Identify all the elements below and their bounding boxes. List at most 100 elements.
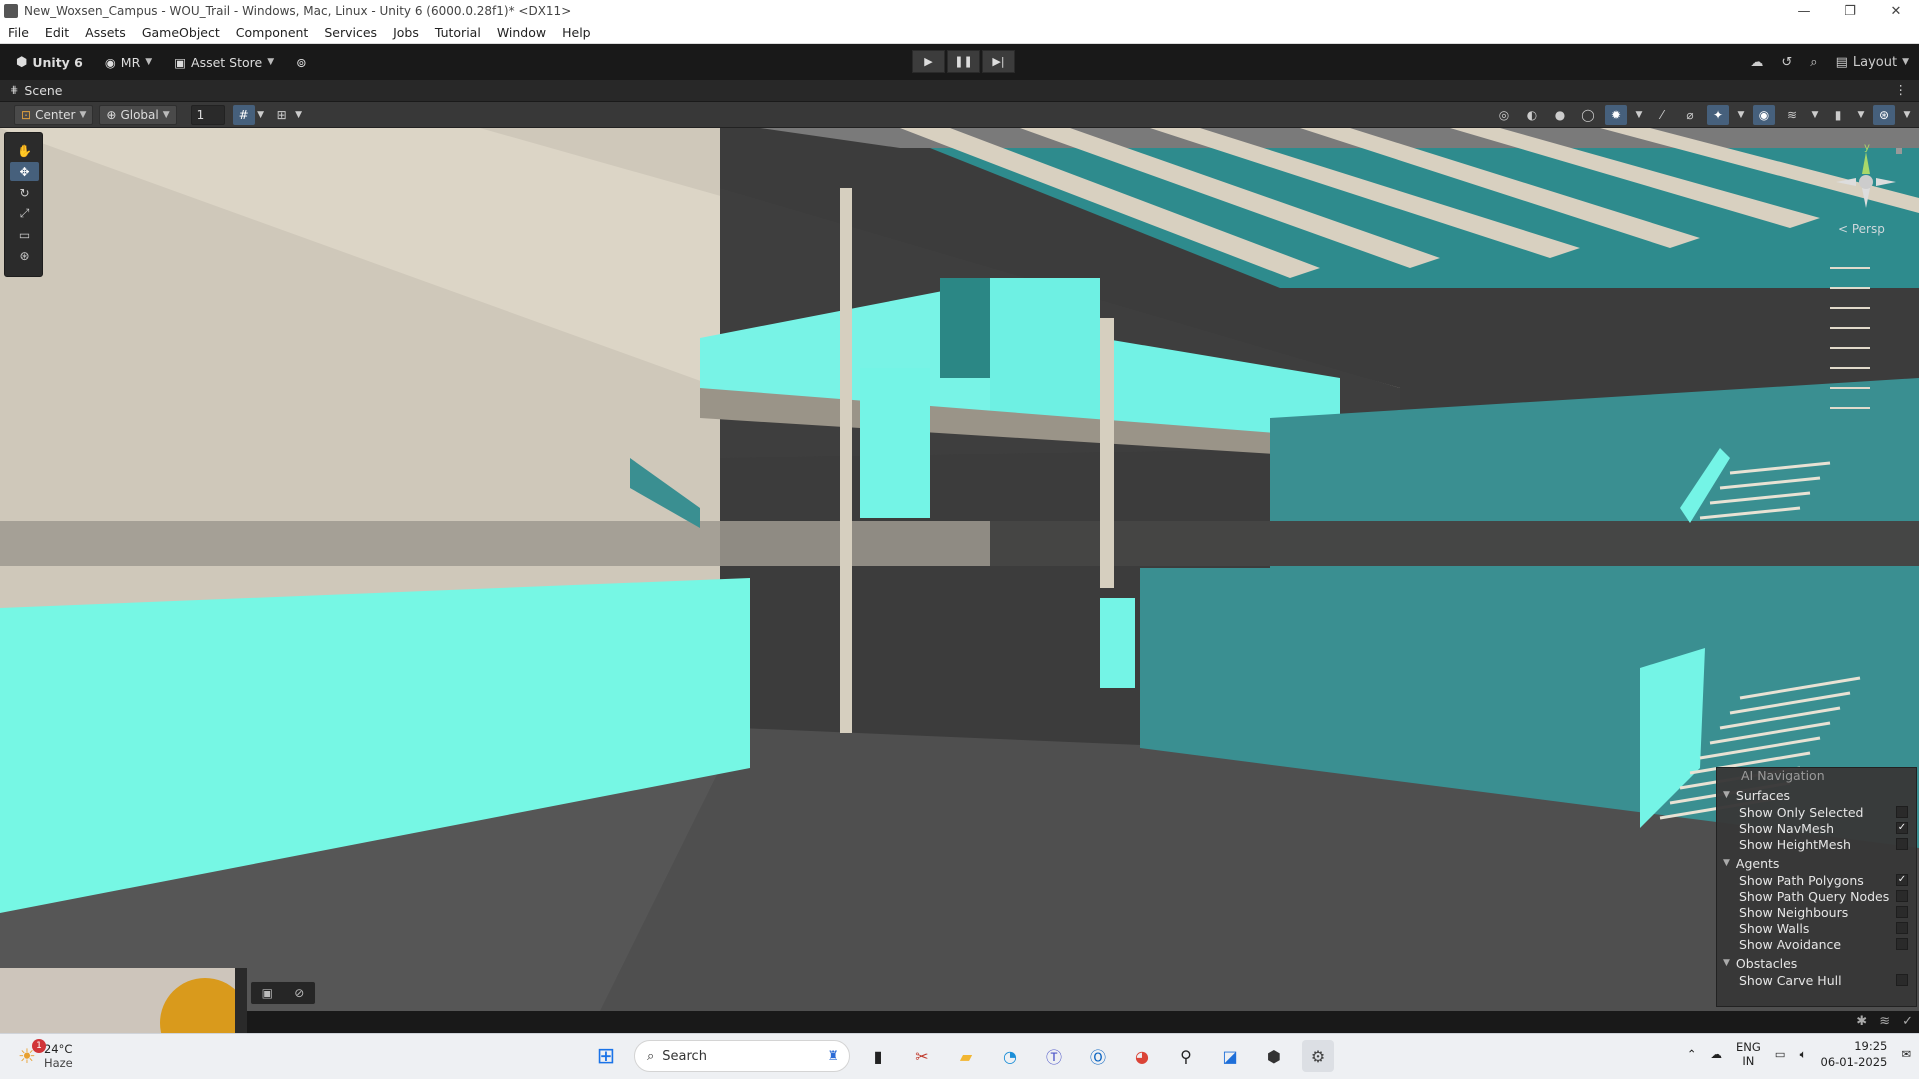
persp-view-label[interactable]: < Persp xyxy=(1838,222,1885,236)
grid-options-chevron-icon[interactable]: ▼ xyxy=(255,105,267,125)
shaded-sphere-icon[interactable]: ● xyxy=(1549,105,1571,125)
menu-gameobject[interactable]: GameObject xyxy=(134,25,228,40)
menu-component[interactable]: Component xyxy=(228,25,317,40)
layers-stack-icon[interactable]: ≋ xyxy=(1879,1014,1890,1029)
agents-section-header[interactable]: ▼ Agents xyxy=(1717,854,1916,872)
menu-edit[interactable]: Edit xyxy=(37,25,77,40)
show-neighbours-row[interactable]: Show Neighbours xyxy=(1717,904,1916,920)
menu-services[interactable]: Services xyxy=(316,25,385,40)
display-icon[interactable]: ▭ xyxy=(1775,1047,1786,1061)
outlook-icon[interactable]: Ⓞ xyxy=(1082,1040,1114,1072)
menu-help[interactable]: Help xyxy=(554,25,599,40)
step-button[interactable]: ▶| xyxy=(982,50,1015,73)
visibility-eye-icon[interactable]: ◉ xyxy=(1753,105,1775,125)
version-control-button[interactable]: ⊚ xyxy=(290,51,312,74)
layers-icon[interactable]: ≋ xyxy=(1781,105,1803,125)
maximize-button[interactable]: ❐ xyxy=(1827,0,1873,22)
account-dropdown[interactable]: ◉ MR ▼ xyxy=(99,51,158,74)
search-icon[interactable]: ⌕ xyxy=(1810,55,1817,70)
pivot-mode-dropdown[interactable]: ⊡ Center ▼ xyxy=(14,104,94,125)
task-view-icon[interactable]: ▮ xyxy=(862,1040,894,1072)
menu-assets[interactable]: Assets xyxy=(77,25,134,40)
asset-store-dropdown[interactable]: ▣ Asset Store ▼ xyxy=(168,51,280,74)
obstacles-section-header[interactable]: ▼ Obstacles xyxy=(1717,954,1916,972)
pause-button[interactable]: ❚❚ xyxy=(947,50,980,73)
shaded-wireframe-icon[interactable]: ◐ xyxy=(1521,105,1543,125)
camera-chevron-icon[interactable]: ▼ xyxy=(1855,105,1867,125)
show-heightmesh-row[interactable]: Show HeightMesh xyxy=(1717,836,1916,852)
rotate-tool-icon[interactable]: ↻ xyxy=(10,183,39,202)
unity-hub-icon[interactable]: ⬢ xyxy=(1258,1040,1290,1072)
play-button[interactable]: ▶ xyxy=(912,50,945,73)
show-neighbours-checkbox[interactable] xyxy=(1896,906,1908,918)
cloud-icon[interactable]: ☁ xyxy=(1750,55,1763,70)
lighting-toggle-icon[interactable]: ✹ xyxy=(1605,105,1627,125)
grid-visibility-icon[interactable]: # xyxy=(232,104,255,125)
rect-tool-icon[interactable]: ▭ xyxy=(10,225,39,244)
gizmos-chevron-icon[interactable]: ▼ xyxy=(1901,105,1913,125)
menu-window[interactable]: Window xyxy=(489,25,554,40)
gizmos-toggle-icon[interactable]: ⊛ xyxy=(1873,105,1895,125)
audio-mute-icon[interactable]: ⌀ xyxy=(1679,105,1701,125)
pivot-space-dropdown[interactable]: ⊕ Global ▼ xyxy=(99,104,177,125)
transform-tool-icon[interactable]: ⊛ xyxy=(10,246,39,265)
history-icon[interactable]: ↺ xyxy=(1781,55,1792,70)
show-navmesh-checkbox[interactable]: ✓ xyxy=(1896,822,1908,834)
unity-editor-icon[interactable]: ⚙ xyxy=(1302,1040,1334,1072)
grid-snap-input[interactable]: 1 xyxy=(190,104,225,125)
compass-icon[interactable]: ⊘ xyxy=(294,986,304,1000)
scale-tool-icon[interactable]: ⤢ xyxy=(10,204,39,223)
show-heightmesh-checkbox[interactable] xyxy=(1896,838,1908,850)
menu-jobs[interactable]: Jobs xyxy=(385,25,427,40)
taskbar-search-box[interactable]: ⌕ Search ♜ xyxy=(634,1040,850,1072)
unlit-sphere-icon[interactable]: ◯ xyxy=(1577,105,1599,125)
show-path-polygons-row[interactable]: Show Path Polygons ✓ xyxy=(1717,872,1916,888)
layers-chevron-icon[interactable]: ▼ xyxy=(1809,105,1821,125)
show-navmesh-row[interactable]: Show NavMesh ✓ xyxy=(1717,820,1916,836)
more-options-icon[interactable]: ⋮ xyxy=(1895,82,1908,97)
snap-options-chevron-icon[interactable]: ▼ xyxy=(293,105,305,125)
show-path-query-nodes-row[interactable]: Show Path Query Nodes xyxy=(1717,888,1916,904)
camera-settings-icon[interactable]: ▮ xyxy=(1827,105,1849,125)
onedrive-icon[interactable]: ☁ xyxy=(1710,1047,1722,1061)
close-button[interactable]: ✕ xyxy=(1873,0,1919,22)
menu-tutorial[interactable]: Tutorial xyxy=(427,25,489,40)
weather-widget[interactable]: ☀ 1 24°C Haze xyxy=(18,1039,73,1070)
wireframe-draw-mode-icon[interactable]: ◎ xyxy=(1493,105,1515,125)
show-avoidance-row[interactable]: Show Avoidance xyxy=(1717,936,1916,952)
debug-bug-icon[interactable]: ✱ xyxy=(1856,1014,1867,1029)
show-only-selected-row[interactable]: Show Only Selected xyxy=(1717,804,1916,820)
show-path-polygons-checkbox[interactable]: ✓ xyxy=(1896,874,1908,886)
minimize-button[interactable]: — xyxy=(1781,0,1827,22)
check-circle-icon[interactable]: ✓ xyxy=(1902,1014,1913,1029)
show-path-query-nodes-checkbox[interactable] xyxy=(1896,890,1908,902)
scene-camera-icon[interactable]: ▣ xyxy=(262,986,273,1000)
snipping-tool-icon[interactable]: ✂ xyxy=(906,1040,938,1072)
show-carve-hull-row[interactable]: Show Carve Hull xyxy=(1717,972,1916,988)
teams-icon[interactable]: Ⓣ xyxy=(1038,1040,1070,1072)
scene-viewport[interactable] xyxy=(0,128,1919,1011)
lighting-chevron-icon[interactable]: ▼ xyxy=(1633,105,1645,125)
edge-browser-icon[interactable]: ◔ xyxy=(994,1040,1026,1072)
file-explorer-icon[interactable]: ▰ xyxy=(950,1040,982,1072)
show-walls-checkbox[interactable] xyxy=(1896,922,1908,934)
unity-brand[interactable]: ⬢ Unity 6 xyxy=(10,51,89,74)
speaker-icon[interactable]: 🔈︎ xyxy=(1800,1047,1807,1062)
snap-icon[interactable]: ⊞ xyxy=(271,105,293,125)
show-carve-hull-checkbox[interactable] xyxy=(1896,974,1908,986)
show-only-selected-checkbox[interactable] xyxy=(1896,806,1908,818)
tab-scene[interactable]: ⋕ Scene xyxy=(0,83,63,98)
photos-icon[interactable]: ◪ xyxy=(1214,1040,1246,1072)
fx-toggle-icon[interactable]: ⁄ xyxy=(1651,105,1673,125)
menu-file[interactable]: File xyxy=(0,25,37,40)
effects-toggle-icon[interactable]: ✦ xyxy=(1707,105,1729,125)
show-walls-row[interactable]: Show Walls xyxy=(1717,920,1916,936)
effects-chevron-icon[interactable]: ▼ xyxy=(1735,105,1747,125)
system-clock[interactable]: 19:25 06-01-2025 xyxy=(1821,1038,1888,1070)
hand-tool-icon[interactable]: ✋ xyxy=(10,141,39,160)
move-tool-icon[interactable]: ✥ xyxy=(10,162,39,181)
chrome-icon[interactable]: ◕ xyxy=(1126,1040,1158,1072)
windows-start-icon[interactable]: ⊞ xyxy=(590,1040,622,1072)
notifications-bell-icon[interactable]: ✉ xyxy=(1901,1047,1911,1061)
language-indicator[interactable]: ENG IN xyxy=(1736,1040,1761,1068)
